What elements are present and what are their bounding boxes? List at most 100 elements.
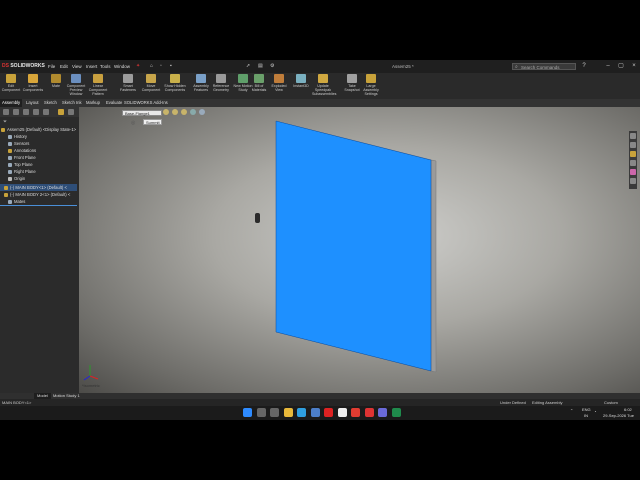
tree-item[interactable]: (-) MAIN BODY 2<1> (Default) < bbox=[0, 191, 77, 198]
pin-icon[interactable]: ✦ bbox=[136, 63, 140, 69]
status-under-defined: Under Defined bbox=[500, 400, 526, 405]
solidworks-logo[interactable]: DS SOLIDWORKS bbox=[2, 63, 45, 69]
edge-icon[interactable] bbox=[297, 408, 306, 417]
menu-tools[interactable]: Tools bbox=[100, 64, 111, 69]
ribbon-command[interactable]: Insert Components bbox=[22, 73, 44, 99]
tab-sketch-ink[interactable]: Sketch Ink bbox=[60, 99, 84, 107]
menu-view[interactable]: View bbox=[72, 64, 82, 69]
solidworks-resources-icon[interactable] bbox=[630, 133, 636, 139]
clock-time[interactable]: 6:02 bbox=[624, 407, 632, 412]
file-explorer-pane-icon[interactable] bbox=[630, 151, 636, 157]
ribbon-command[interactable]: Smart Fasteners bbox=[117, 73, 139, 99]
custom-properties-icon[interactable] bbox=[630, 178, 636, 184]
close-button[interactable]: × bbox=[630, 63, 638, 70]
command-manager-tabs: Assembly Layout Sketch Sketch Ink Markup Eval… bbox=[0, 99, 640, 107]
tree-item[interactable]: Sensors bbox=[0, 140, 77, 147]
search-icon[interactable] bbox=[256, 408, 266, 417]
tree-item[interactable]: Front Plane bbox=[0, 154, 77, 161]
file-explorer-icon[interactable] bbox=[283, 408, 293, 417]
ribbon-command[interactable]: Linear Component Pattern bbox=[87, 73, 109, 99]
appearances-pane-icon[interactable] bbox=[630, 169, 636, 175]
task-view-icon[interactable] bbox=[270, 408, 279, 417]
model-svg bbox=[83, 120, 437, 381]
new-file-icon[interactable]: ▫ bbox=[160, 63, 162, 69]
ribbon-command[interactable]: Edit Component bbox=[0, 73, 22, 99]
menu-edit[interactable]: Edit bbox=[60, 64, 68, 69]
menu-insert[interactable]: Insert bbox=[86, 64, 97, 69]
clock-date[interactable]: 29-Sep-2026 Tue bbox=[603, 413, 634, 418]
ribbon-command[interactable]: Show Hidden Components bbox=[164, 73, 186, 99]
home-icon[interactable]: ⌂ bbox=[150, 63, 153, 69]
minimize-button[interactable]: – bbox=[604, 63, 612, 70]
design-library-icon[interactable] bbox=[630, 142, 636, 148]
ribbon-command[interactable]: Update Speedpak Subassemblies bbox=[312, 73, 336, 99]
tree-item[interactable]: History bbox=[0, 133, 77, 140]
tab-assembly[interactable]: Assembly bbox=[0, 99, 23, 107]
solidworks-window: DS SOLIDWORKS File Edit View Insert Tool… bbox=[0, 60, 640, 406]
search-commands-box[interactable]: ⌕ Search Commands bbox=[512, 63, 576, 70]
gmail-icon[interactable] bbox=[351, 408, 360, 417]
wifi-icon[interactable]: ◔ bbox=[594, 409, 596, 414]
options-icon[interactable]: ⚙ bbox=[270, 63, 274, 69]
chat-icon[interactable] bbox=[378, 408, 387, 417]
appearance-tab-icon[interactable] bbox=[58, 109, 64, 115]
tree-item[interactable]: Origin bbox=[0, 175, 77, 182]
ribbon-command[interactable]: Component Preview Window bbox=[65, 73, 87, 99]
ribbon-command[interactable]: Assembly Features bbox=[190, 73, 212, 99]
windows-start-icon[interactable] bbox=[243, 408, 252, 417]
tree-node-icon bbox=[8, 155, 12, 160]
ribbon-command[interactable]: Exploded View bbox=[268, 73, 290, 99]
view-palette-icon[interactable] bbox=[630, 160, 636, 166]
ribbon-command[interactable]: Reference Geometry bbox=[210, 73, 232, 99]
lang-indicator[interactable]: ENG bbox=[582, 407, 591, 412]
select-icon[interactable]: ➚ bbox=[246, 63, 250, 69]
tree-item[interactable]: Mates bbox=[0, 198, 77, 206]
feature-manager-panel: ⏷ Assem25 (Default) <Display State-1> His… bbox=[0, 107, 80, 393]
main-body-face[interactable] bbox=[275, 120, 432, 372]
main-body-2-part[interactable] bbox=[255, 213, 260, 223]
solidworks-icon[interactable] bbox=[364, 408, 374, 417]
ribbon-command-label: Reference Geometry bbox=[212, 84, 230, 92]
rebuild-icon[interactable]: ▤ bbox=[258, 63, 263, 69]
ribbon-command[interactable]: Move Component bbox=[140, 73, 162, 99]
menu-window[interactable]: Window bbox=[114, 64, 130, 69]
configuration-manager-tab-icon[interactable] bbox=[23, 109, 29, 115]
ribbon-command-label: Insert Components bbox=[22, 84, 44, 92]
ribbon-command[interactable]: Instant3D bbox=[290, 73, 312, 99]
tree-item[interactable]: (-) MAIN BODY<1> (Default) < bbox=[0, 184, 77, 191]
mate-icon bbox=[51, 74, 61, 83]
ribbon-command[interactable]: Bill of Materials bbox=[248, 73, 270, 99]
display-manager-tab-icon[interactable] bbox=[43, 109, 49, 115]
tree-item-label: Origin bbox=[14, 176, 26, 181]
panel-more-icon[interactable] bbox=[68, 109, 74, 115]
help-icon[interactable]: ? bbox=[580, 63, 588, 70]
property-manager-tab-icon[interactable] bbox=[13, 109, 19, 115]
feature-manager-tab-icon[interactable] bbox=[3, 109, 9, 115]
tree-item-label: Top Plane bbox=[14, 162, 33, 167]
tray-arrow-icon[interactable]: ⌃ bbox=[570, 408, 573, 413]
tree-item[interactable]: Annotations bbox=[0, 147, 77, 154]
acrobat-icon[interactable] bbox=[324, 408, 333, 417]
ribbon-command-label: Smart Fasteners bbox=[120, 84, 136, 92]
filter-icon[interactable]: ⏷ bbox=[3, 119, 7, 125]
menu-file[interactable]: File bbox=[48, 64, 55, 69]
photos-icon[interactable] bbox=[310, 408, 320, 417]
tab-solidworks-add-ins[interactable]: SOLIDWORKS Add-Ins bbox=[122, 99, 170, 107]
tab-layout[interactable]: Layout bbox=[24, 99, 41, 107]
tree-item-label: Right Plane bbox=[14, 169, 36, 174]
restore-button[interactable]: ▢ bbox=[617, 63, 625, 70]
ribbon-command[interactable]: Large Assembly Settings bbox=[360, 73, 382, 99]
tab-markup[interactable]: Markup bbox=[84, 99, 102, 107]
status-units[interactable]: Custom bbox=[604, 399, 618, 406]
ribbon-command[interactable]: Mate bbox=[45, 73, 67, 99]
tree-item[interactable]: Assem25 (Default) <Display State-1> bbox=[0, 126, 77, 133]
tree-item[interactable]: Top Plane bbox=[0, 161, 77, 168]
tree-item[interactable]: Right Plane bbox=[0, 168, 77, 175]
graphics-area[interactable]: Base-Flange1 Summit ◎ *Isometric bbox=[79, 107, 640, 393]
large-assembly-icon bbox=[366, 74, 376, 83]
excel-icon[interactable] bbox=[391, 408, 401, 417]
save-icon[interactable]: ▪ bbox=[170, 63, 172, 69]
dimxpert-tab-icon[interactable] bbox=[33, 109, 39, 115]
tab-sketch[interactable]: Sketch bbox=[42, 99, 59, 107]
notes-icon[interactable] bbox=[337, 408, 347, 417]
